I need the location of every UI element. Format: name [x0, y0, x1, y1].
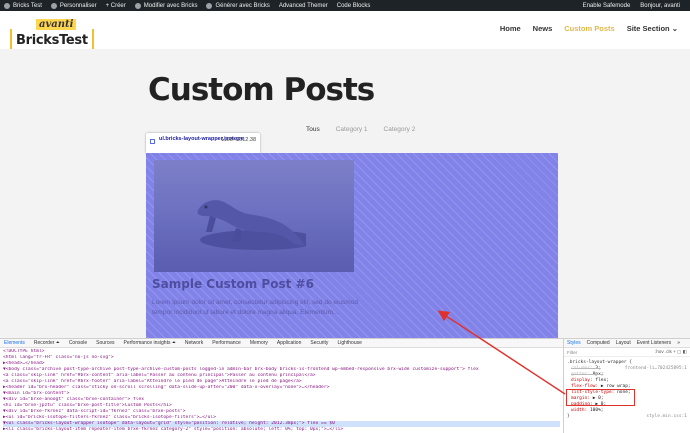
post-title[interactable]: Sample Custom Post #6	[152, 277, 314, 291]
admin-bar-account[interactable]: Bonjour, avanti	[640, 3, 680, 9]
rule-close: }	[567, 414, 570, 419]
admin-bar-item-code-blocks[interactable]: Code Blocks	[337, 3, 371, 9]
nav-custom-posts[interactable]: Custom Posts	[564, 24, 614, 33]
admin-bar-item-customize[interactable]: Personnaliser	[50, 2, 97, 9]
bricks-icon	[134, 2, 141, 9]
site-header: avanti BricksTest Home News Custom Posts…	[0, 11, 690, 51]
admin-bar-item-edit-bricks[interactable]: Modifier avec Bricks	[134, 2, 197, 9]
styles-tabs: Styles Computed Layout Event Listeners »	[564, 339, 690, 348]
admin-bar-safemode[interactable]: Enable Safemode	[583, 3, 631, 9]
tab-layout[interactable]: Layout	[616, 340, 631, 346]
tab-styles[interactable]: Styles	[567, 340, 581, 346]
filter-all[interactable]: Tous	[306, 126, 320, 133]
tooltip-dimensions: 1100×2012.38	[221, 137, 256, 143]
wp-admin-bar: Bricks Test Personnaliser + Créer Modifi…	[0, 0, 690, 11]
layout-wrapper-highlight: Sample Custom Post #6 Lorem ipsum dolor …	[146, 153, 558, 345]
pseudo-state-toggles[interactable]: :hov .cls + ▢ ◧	[655, 349, 687, 355]
filter-category-2[interactable]: Category 2	[384, 126, 416, 133]
tab-event-listeners[interactable]: Event Listeners	[637, 340, 671, 346]
tab-network[interactable]: Network	[185, 340, 203, 346]
admin-bar-item-site[interactable]: Bricks Test	[4, 2, 42, 9]
brush-icon	[50, 2, 57, 9]
tab-performance[interactable]: Performance	[212, 340, 241, 346]
iguana-image	[197, 200, 306, 250]
dom-line[interactable]: ▶<li class="bricks-layout-item repeater-…	[3, 427, 560, 433]
grid-icon	[150, 139, 155, 144]
logo-name: BricksTest	[16, 33, 88, 48]
main-nav: Home News Custom Posts Site Section ⌄	[500, 24, 690, 33]
rule-source[interactable]: frontend-li…702425895:1	[625, 366, 687, 372]
tab-console[interactable]: Console	[69, 340, 87, 346]
rule-footer-source[interactable]: style.min.css:1	[646, 414, 687, 420]
tab-security[interactable]: Security	[310, 340, 328, 346]
tab-lighthouse[interactable]: Lighthouse	[337, 340, 361, 346]
nav-home[interactable]: Home	[500, 24, 521, 33]
dom-tree: <!DOCTYPE html> <html lang="fr-FR" class…	[0, 349, 560, 433]
nav-site-section[interactable]: Site Section ⌄	[627, 24, 678, 33]
post-image[interactable]	[154, 160, 354, 272]
isotope-filters: Tous Category 1 Category 2	[306, 126, 431, 133]
styles-filter-input[interactable]: Filter	[567, 350, 577, 355]
nav-news[interactable]: News	[533, 24, 553, 33]
tab-sources[interactable]: Sources	[96, 340, 114, 346]
tab-elements[interactable]: Elements	[4, 340, 25, 346]
devtools-panel: Elements Recorder ⏶ Console Sources Perf…	[0, 338, 690, 433]
bricks-icon	[206, 2, 213, 9]
tab-computed[interactable]: Computed	[587, 340, 610, 346]
styles-pane: Styles Computed Layout Event Listeners »…	[563, 339, 690, 433]
inspect-tooltip: ul.bricks-layout-wrapper.isotope 1100×20…	[146, 133, 260, 154]
filter-category-1[interactable]: Category 1	[336, 126, 368, 133]
tab-performance-insights[interactable]: Performance insights ⏶	[124, 340, 176, 346]
post-excerpt: Lorem ipsum dolor sit amet, consectetur …	[152, 299, 358, 316]
rule-selector: .bricks-layout-wrapper {	[567, 360, 633, 365]
tab-more[interactable]: »	[677, 340, 680, 346]
tab-recorder[interactable]: Recorder ⏶	[34, 340, 60, 346]
tab-memory[interactable]: Memory	[250, 340, 268, 346]
annotation-highlight-box	[566, 389, 635, 406]
wordpress-icon	[4, 2, 10, 9]
page-content: Custom Posts Tous Category 1 Category 2 …	[0, 49, 690, 345]
tab-application[interactable]: Application	[277, 340, 301, 346]
styles-filter: Filter :hov .cls + ▢ ◧	[564, 348, 690, 357]
admin-bar-item-generate-bricks[interactable]: Générer avec Bricks	[206, 2, 270, 9]
admin-bar-item-new[interactable]: + Créer	[106, 3, 126, 9]
admin-bar-item-advanced-themer[interactable]: Advanced Themer	[279, 3, 328, 9]
page-title: Custom Posts	[148, 72, 375, 108]
